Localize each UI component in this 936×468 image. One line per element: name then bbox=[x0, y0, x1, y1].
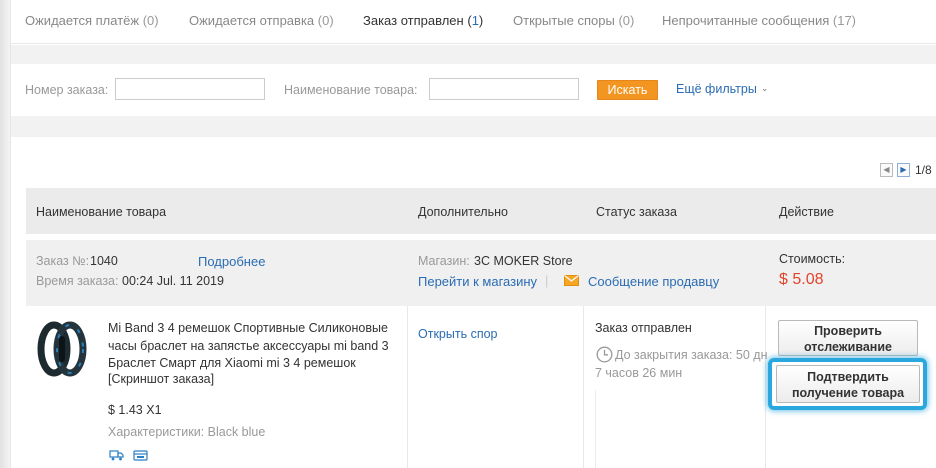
cost-caption: Стоимость: bbox=[779, 252, 846, 266]
order-number: 1040 bbox=[90, 254, 118, 268]
order-cost: $ 5.08 bbox=[779, 271, 824, 288]
tab-awaiting-shipment[interactable]: Ожидается отправка (0) bbox=[189, 13, 334, 28]
order-details-link[interactable]: Подробнее bbox=[198, 254, 265, 269]
order-time: 00:24 Jul. 11 2019 bbox=[122, 274, 224, 288]
order-number-caption: Заказ №: bbox=[36, 254, 90, 268]
order-status-tabs: Ожидается платёж (0) Ожидается отправка … bbox=[11, 0, 936, 44]
header-extra: Дополнительно bbox=[418, 205, 508, 219]
orders-panel: Ожидается платёж (0) Ожидается отправка … bbox=[10, 0, 936, 468]
message-seller-link[interactable]: Сообщение продавцу bbox=[588, 274, 719, 289]
tab-count: (0) bbox=[142, 13, 159, 28]
separator-strip bbox=[11, 116, 936, 137]
product-properties: Характеристики: Black blue bbox=[108, 425, 265, 439]
product-thumbnail[interactable] bbox=[35, 320, 89, 378]
product-name-input[interactable] bbox=[429, 78, 579, 100]
envelope-icon bbox=[564, 275, 579, 286]
more-filters-link[interactable]: Ещё фильтры ⌄ bbox=[676, 82, 768, 96]
unit-price: $ 1.43 X1 bbox=[108, 403, 162, 417]
tab-open-disputes[interactable]: Открытые споры (0) bbox=[513, 13, 634, 28]
triangle-left-icon[interactable]: ◀ bbox=[880, 163, 893, 177]
left-edge-shadow bbox=[0, 0, 10, 468]
tab-shipped[interactable]: Заказ отправлен (1) bbox=[363, 13, 483, 28]
tab-label: Ожидается отправка bbox=[189, 13, 315, 28]
chevron-down-icon: ⌄ bbox=[760, 83, 769, 93]
tab-unread-messages[interactable]: Непрочитанные сообщения (17) bbox=[662, 13, 856, 28]
tab-count: (0) bbox=[618, 13, 635, 28]
open-dispute-link[interactable]: Открыть спор bbox=[418, 327, 498, 341]
search-button[interactable]: Искать bbox=[597, 80, 658, 100]
closing-countdown: До закрытия заказа: 50 дн 7 часов 26 мин bbox=[595, 348, 768, 380]
header-action: Действие bbox=[779, 205, 834, 219]
triangle-right-icon[interactable]: ▶ bbox=[897, 163, 910, 177]
store-badge-icon bbox=[133, 450, 148, 461]
header-status: Статус заказа bbox=[596, 205, 677, 219]
store-caption: Магазин: bbox=[418, 254, 470, 268]
tab-count: (17) bbox=[832, 13, 857, 28]
timeline-line bbox=[595, 390, 596, 468]
properties-label: Характеристики: bbox=[108, 425, 205, 439]
tab-count: (1) bbox=[467, 13, 484, 28]
link-separator: | bbox=[545, 273, 549, 288]
column-divider bbox=[407, 306, 408, 468]
page-indicator: 1/8 bbox=[915, 163, 932, 177]
tab-label: Ожидается платёж bbox=[25, 13, 140, 28]
tab-label: Заказ отправлен bbox=[363, 13, 464, 28]
product-name-label: Наименование товара: bbox=[284, 83, 418, 97]
go-to-store-link[interactable]: Перейти к магазину bbox=[418, 274, 537, 289]
order-time-caption: Время заказа: bbox=[36, 274, 119, 288]
separator-strip bbox=[11, 45, 936, 64]
column-divider bbox=[765, 306, 766, 468]
tab-awaiting-payment[interactable]: Ожидается платёж (0) bbox=[25, 13, 159, 28]
header-product: Наименование товара bbox=[36, 205, 167, 219]
order-number-label: Номер заказа: bbox=[25, 83, 109, 97]
order-snapshot-link[interactable]: [Скриншот заказа] bbox=[108, 372, 214, 386]
check-tracking-button[interactable]: Проверить отслеживание bbox=[778, 320, 918, 356]
properties-value: Black blue bbox=[207, 425, 266, 439]
tab-label: Непрочитанные сообщения bbox=[662, 13, 830, 28]
filter-bar: Номер заказа: Наименование товара: Искат… bbox=[11, 64, 936, 116]
tab-count: (0) bbox=[317, 13, 334, 28]
delivery-truck-icon bbox=[109, 450, 124, 461]
product-title[interactable]: Mi Band 3 4 ремешок Спортивные Силиконов… bbox=[108, 320, 398, 373]
order-info-row: Заказ №: 1040 Подробнее Время заказа: 00… bbox=[26, 240, 936, 306]
store-name: 3C MOKER Store bbox=[474, 254, 573, 268]
tab-label: Открытые споры bbox=[513, 13, 615, 28]
more-filters-label: Ещё фильтры bbox=[676, 82, 757, 96]
table-header: Наименование товара Дополнительно Статус… bbox=[26, 188, 936, 234]
confirm-receipt-button[interactable]: Подтвердить получение товара bbox=[776, 365, 920, 403]
order-status: Заказ отправлен bbox=[595, 321, 692, 335]
order-number-input[interactable] bbox=[115, 78, 265, 100]
column-divider bbox=[583, 306, 584, 468]
